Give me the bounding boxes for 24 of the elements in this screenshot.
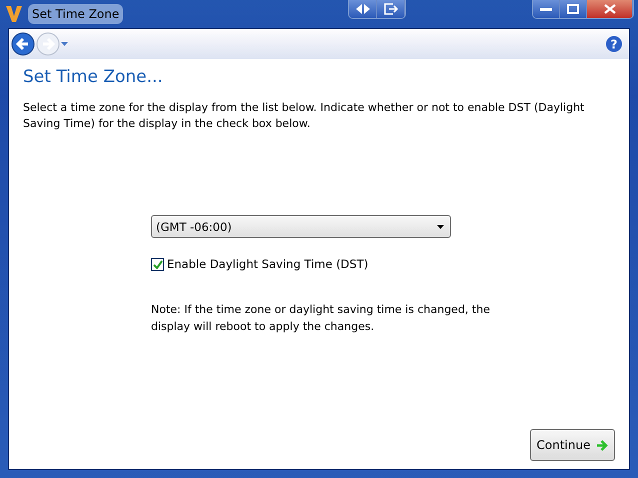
close-button[interactable] bbox=[587, 0, 633, 18]
close-icon bbox=[604, 4, 616, 14]
help-icon[interactable]: ? bbox=[605, 35, 623, 53]
logo-icon bbox=[6, 5, 22, 23]
description-text: Select a time zone for the display from the list below. Indicate whether or not to enable DST (Daylight Saving Time) for the display in the check box below. bbox=[23, 100, 586, 132]
right-arrow-icon bbox=[596, 440, 608, 450]
dst-checkbox[interactable]: Enable Daylight Saving Time (DST) bbox=[151, 257, 368, 271]
maximize-button[interactable] bbox=[560, 0, 587, 18]
window-title: Set Time Zone bbox=[28, 4, 124, 24]
checkmark-icon bbox=[152, 260, 162, 268]
back-button[interactable] bbox=[11, 32, 35, 56]
split-arrows-button[interactable] bbox=[349, 0, 377, 18]
left-right-arrows-icon bbox=[356, 4, 370, 14]
continue-button[interactable]: Continue bbox=[530, 429, 615, 461]
note-text: Note: If the time zone or daylight saving time is changed, the display will reboot to apply the changes. bbox=[151, 302, 491, 335]
dropdown-caret-icon[interactable] bbox=[61, 42, 68, 46]
page-heading: Set Time Zone... bbox=[23, 67, 164, 87]
exit-button[interactable] bbox=[377, 0, 405, 18]
timezone-dropdown[interactable]: (GMT -06:00) bbox=[151, 215, 451, 238]
exit-icon bbox=[384, 3, 398, 15]
minimize-button[interactable] bbox=[533, 0, 560, 18]
maximize-icon bbox=[567, 4, 579, 14]
dropdown-caret-icon bbox=[437, 224, 444, 228]
minimize-icon bbox=[540, 6, 552, 12]
